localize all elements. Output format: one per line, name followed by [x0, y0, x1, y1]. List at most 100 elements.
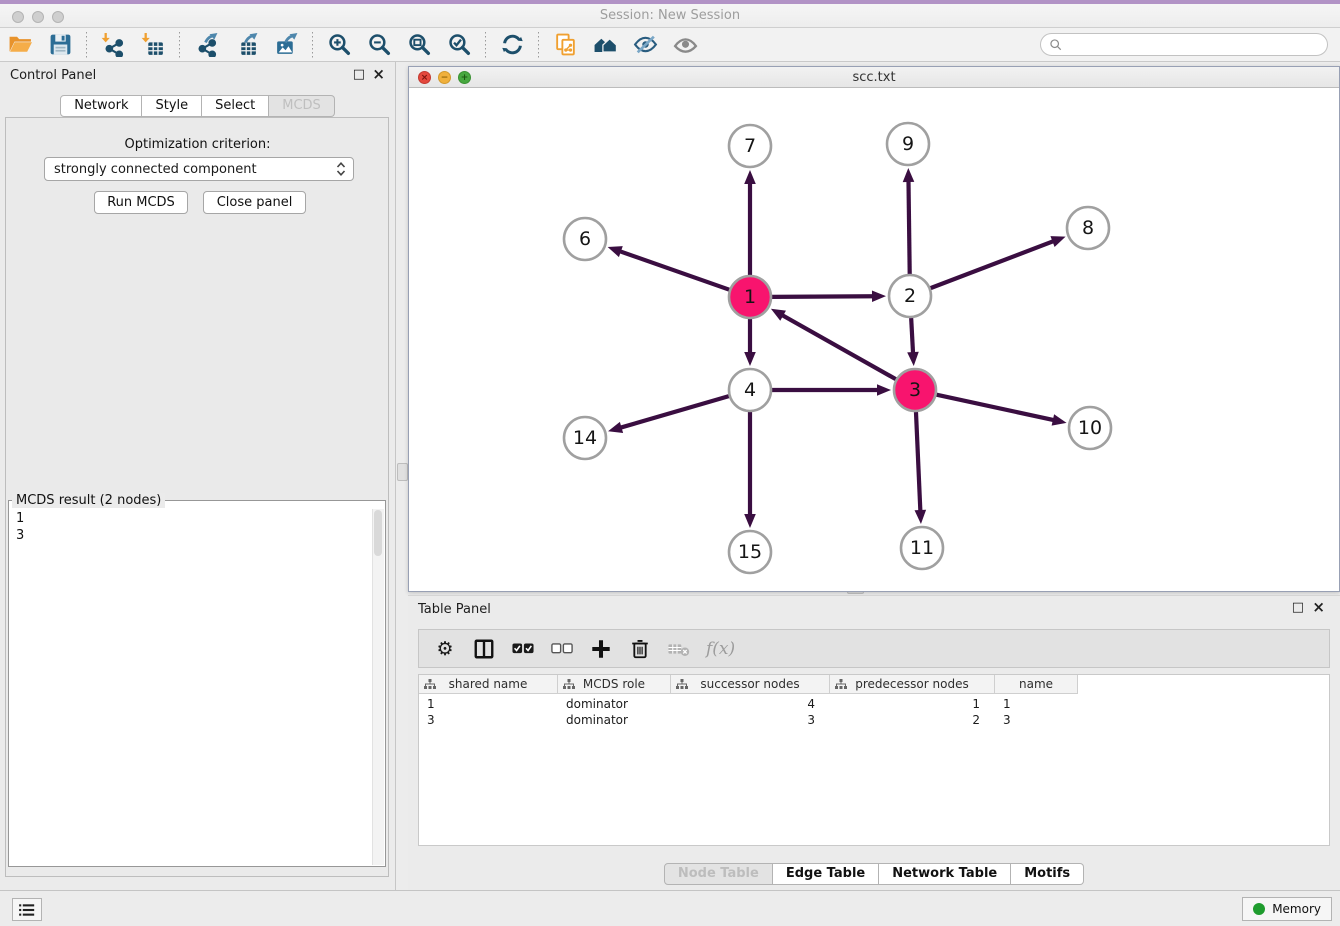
table-tabs: Node TableEdge TableNetwork TableMotifs: [408, 863, 1340, 885]
import-network-icon: [101, 32, 126, 57]
graph-node-2[interactable]: 2: [889, 275, 931, 317]
tab-edge-table[interactable]: Edge Table: [773, 863, 879, 885]
cell-successor-nodes[interactable]: 3: [671, 712, 830, 728]
table-toolbar: ⚙ f(x): [418, 629, 1330, 668]
svg-text:1: 1: [744, 286, 756, 308]
toolbar-separator: [485, 32, 486, 58]
deselect-all-button[interactable]: [550, 634, 574, 664]
dropdown-stepper-icon: [332, 160, 350, 178]
result-scrollbar[interactable]: [372, 509, 384, 865]
zoom-selected-button[interactable]: [439, 30, 479, 60]
function-builder-button: f(x): [706, 634, 735, 664]
show-columns-button[interactable]: [472, 634, 496, 664]
edge-2-8[interactable]: [931, 241, 1055, 288]
cell-MCDS-role[interactable]: dominator: [558, 712, 671, 728]
network-from-selection-icon: [553, 32, 578, 57]
graph-node-7[interactable]: 7: [729, 125, 771, 167]
graph-node-1[interactable]: 1: [729, 276, 771, 318]
float-table-panel-icon[interactable]: □: [1292, 600, 1304, 615]
import-network-button[interactable]: [93, 30, 133, 60]
graph-node-15[interactable]: 15: [729, 531, 771, 573]
edge-3-10[interactable]: [936, 395, 1054, 421]
close-panel-button[interactable]: Close panel: [203, 191, 306, 214]
svg-text:6: 6: [579, 228, 591, 250]
column-header-predecessor-nodes[interactable]: predecessor nodes: [830, 675, 995, 694]
column-header-successor-nodes[interactable]: successor nodes: [671, 675, 830, 694]
graph-node-8[interactable]: 8: [1067, 207, 1109, 249]
tab-mcds[interactable]: MCDS: [269, 95, 335, 117]
hide-selected-button[interactable]: [625, 30, 665, 60]
close-table-panel-icon[interactable]: ×: [1312, 598, 1325, 616]
edge-2-9[interactable]: [908, 180, 909, 274]
search-box[interactable]: [1040, 33, 1328, 56]
export-table-button[interactable]: [226, 30, 266, 60]
cell-name[interactable]: 1: [995, 696, 1078, 712]
column-header-MCDS-role[interactable]: MCDS role: [558, 675, 671, 694]
export-image-button[interactable]: [266, 30, 306, 60]
float-panel-icon[interactable]: □: [353, 67, 365, 82]
tab-motifs[interactable]: Motifs: [1011, 863, 1084, 885]
vertical-splitter-grip[interactable]: [397, 463, 408, 481]
delete-column-button[interactable]: [628, 634, 652, 664]
arrowhead-2-8: [1050, 236, 1065, 247]
cell-shared-name[interactable]: 3: [419, 712, 558, 728]
memory-button[interactable]: Memory: [1242, 897, 1332, 921]
cell-successor-nodes[interactable]: 4: [671, 696, 830, 712]
search-input[interactable]: [1067, 37, 1327, 53]
graph-node-10[interactable]: 10: [1069, 407, 1111, 449]
table-options-button[interactable]: ⚙: [433, 634, 457, 664]
titlebar: Session: New Session: [0, 0, 1340, 28]
graph-node-14[interactable]: 14: [564, 417, 606, 459]
cell-predecessor-nodes[interactable]: 1: [830, 696, 995, 712]
tab-style[interactable]: Style: [142, 95, 202, 117]
refresh-button[interactable]: [492, 30, 532, 60]
column-header-name[interactable]: name: [995, 675, 1078, 694]
tab-network-table[interactable]: Network Table: [879, 863, 1011, 885]
zoom-in-button[interactable]: [319, 30, 359, 60]
edge-1-2[interactable]: [772, 296, 874, 297]
network-from-selection-button[interactable]: [545, 30, 585, 60]
network-canvas[interactable]: 7 9 6 8 1 2 4 3 14 10 15 11: [409, 88, 1339, 591]
edge-2-3[interactable]: [911, 318, 913, 354]
add-column-button[interactable]: [589, 634, 613, 664]
save-button[interactable]: [40, 30, 80, 60]
graph-node-9[interactable]: 9: [887, 123, 929, 165]
open-folder-button[interactable]: [0, 30, 40, 60]
svg-text:14: 14: [573, 427, 597, 449]
tab-node-table[interactable]: Node Table: [664, 863, 773, 885]
zoom-in-icon: [327, 32, 352, 57]
run-mcds-button[interactable]: Run MCDS: [94, 191, 188, 214]
cell-name[interactable]: 3: [995, 712, 1078, 728]
edge-3-1[interactable]: [781, 315, 895, 380]
criterion-dropdown[interactable]: strongly connected component: [44, 157, 354, 181]
arrowhead-1-4: [744, 352, 756, 366]
toolbar-separator: [179, 32, 180, 58]
import-table-button[interactable]: [133, 30, 173, 60]
edge-1-6[interactable]: [619, 251, 729, 290]
cell-MCDS-role[interactable]: dominator: [558, 696, 671, 712]
graph-node-4[interactable]: 4: [729, 369, 771, 411]
cell-predecessor-nodes[interactable]: 2: [830, 712, 995, 728]
show-all-button[interactable]: [665, 30, 705, 60]
svg-text:15: 15: [738, 541, 762, 563]
table-row[interactable]: 3dominator323: [419, 712, 1078, 728]
graph-node-3[interactable]: 3: [894, 369, 936, 411]
show-panels-button[interactable]: [12, 898, 42, 921]
zoom-out-button[interactable]: [359, 30, 399, 60]
tab-select[interactable]: Select: [202, 95, 269, 117]
tab-network[interactable]: Network: [60, 95, 142, 117]
edge-4-14[interactable]: [620, 396, 729, 428]
graph-node-11[interactable]: 11: [901, 527, 943, 569]
select-all-button[interactable]: [511, 634, 535, 664]
graph-node-6[interactable]: 6: [564, 218, 606, 260]
show-all-icon: [673, 32, 698, 57]
neighbors-button[interactable]: [585, 30, 625, 60]
table-row[interactable]: 1dominator411: [419, 696, 1078, 712]
table-header-row: shared nameMCDS rolesuccessor nodesprede…: [419, 675, 1078, 694]
close-panel-icon[interactable]: ×: [372, 65, 385, 83]
column-header-shared-name[interactable]: shared name: [419, 675, 558, 694]
edge-3-11[interactable]: [916, 412, 920, 512]
cell-shared-name[interactable]: 1: [419, 696, 558, 712]
zoom-fit-button[interactable]: [399, 30, 439, 60]
export-network-button[interactable]: [186, 30, 226, 60]
